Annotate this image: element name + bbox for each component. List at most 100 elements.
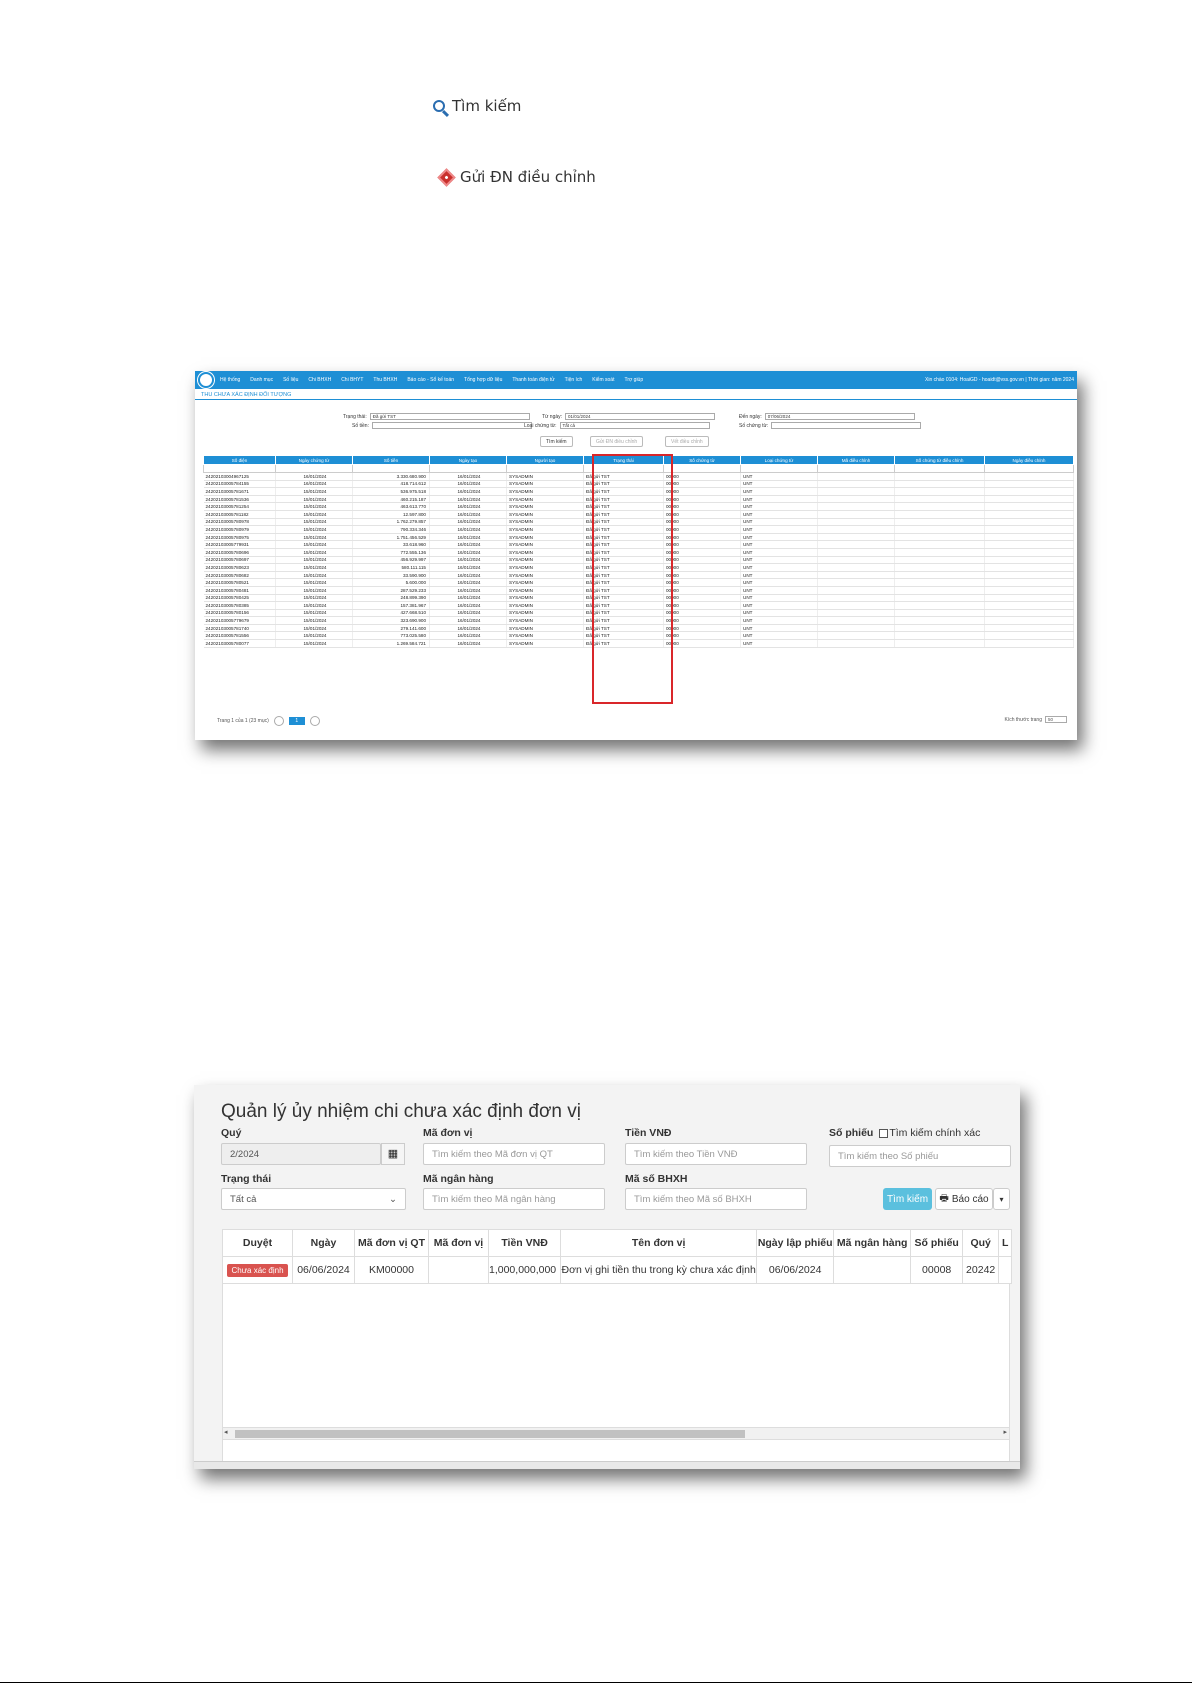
table-cell: 00000 bbox=[663, 616, 741, 625]
table-cell: SYSADMIN bbox=[506, 548, 584, 557]
amount-label: Tiền VNĐ bbox=[625, 1127, 672, 1139]
user-info: Xin chào 0104: HoaiGD - hoaidt@vss.gov.v… bbox=[925, 377, 1074, 383]
table-cell: 24202103005780156 bbox=[203, 609, 276, 618]
filter-input[interactable] bbox=[352, 464, 430, 473]
nav-item[interactable]: Tiện ích bbox=[565, 377, 583, 383]
doc-number-input[interactable] bbox=[771, 422, 922, 429]
column-header[interactable]: Ngày chứng từ bbox=[275, 455, 353, 465]
column-header[interactable]: Ngày tạo bbox=[429, 455, 507, 465]
column-header[interactable]: Ngày lập phiếu bbox=[756, 1229, 835, 1257]
table-cell bbox=[817, 616, 895, 625]
quarter-input[interactable]: 2/2024 bbox=[221, 1143, 381, 1165]
table-cell: 00000 bbox=[663, 502, 741, 511]
prev-page-button[interactable] bbox=[273, 716, 284, 726]
table-cell bbox=[894, 616, 985, 625]
table-cell bbox=[894, 540, 985, 549]
status-label: Trạng thái: bbox=[343, 413, 367, 420]
nav-item[interactable]: Tổng hợp dữ liệu bbox=[464, 377, 502, 383]
status-label: Trạng thái bbox=[221, 1173, 272, 1185]
nav-item[interactable]: Kiểm soát bbox=[592, 377, 614, 383]
adjust-icon bbox=[437, 167, 456, 187]
table-cell bbox=[817, 510, 895, 519]
table-cell: SYSADMIN bbox=[506, 540, 584, 549]
horizontal-scrollbar[interactable]: ◂ ▸ bbox=[222, 1427, 1010, 1440]
doc-type-select[interactable]: Tất cả bbox=[559, 422, 710, 429]
table-cell: SYSADMIN bbox=[506, 518, 584, 527]
nav-item[interactable]: Danh mục bbox=[250, 377, 273, 383]
nav-item[interactable]: Báo cáo - Sổ kế toán bbox=[407, 377, 454, 383]
nav-item[interactable]: Chi BHXH bbox=[308, 377, 331, 383]
exact-search-checkbox[interactable] bbox=[879, 1128, 889, 1138]
scroll-right-icon[interactable]: ▸ bbox=[1003, 1428, 1007, 1436]
filter-input[interactable] bbox=[506, 464, 584, 473]
social-insurance-code-label: Mã số BHXH bbox=[625, 1173, 688, 1185]
table-cell: UNT bbox=[740, 495, 818, 504]
column-header[interactable]: Tiền VNĐ bbox=[487, 1229, 562, 1257]
to-date-input[interactable]: 07/06/2024 bbox=[764, 413, 915, 420]
column-header[interactable]: Số phiếu bbox=[910, 1229, 964, 1257]
nav-item[interactable]: Chi BHYT bbox=[341, 377, 363, 383]
filter-input[interactable] bbox=[429, 464, 507, 473]
column-header[interactable]: Mã điều chỉnh bbox=[817, 455, 895, 465]
column-header[interactable]: Số điện bbox=[203, 455, 276, 465]
filter-input[interactable] bbox=[817, 464, 895, 473]
bank-code-input[interactable]: Tìm kiếm theo Mã ngân hàng bbox=[423, 1188, 605, 1210]
nav-item[interactable]: Thanh toán điện tử bbox=[512, 377, 554, 383]
adjust-history-button[interactable]: Vết điều chỉnh bbox=[665, 436, 709, 447]
report-button[interactable]: 🖶 Báo cáo bbox=[935, 1188, 993, 1210]
current-page[interactable]: 1 bbox=[288, 717, 305, 725]
nav-item[interactable]: Trợ giúp bbox=[624, 377, 643, 383]
column-header[interactable]: Loại chứng từ bbox=[740, 455, 818, 465]
amount-input[interactable]: Tìm kiếm theo Tiền VNĐ bbox=[625, 1143, 807, 1165]
next-page-button[interactable] bbox=[309, 716, 320, 726]
column-header[interactable]: Tên đơn vị bbox=[560, 1229, 758, 1257]
nav-item[interactable]: Hệ thống bbox=[220, 377, 240, 383]
calendar-icon[interactable]: ▦ bbox=[381, 1143, 405, 1165]
filter-input[interactable] bbox=[740, 464, 818, 473]
table-cell: 15/01/2024 bbox=[275, 639, 353, 648]
voucher-number-input[interactable]: Tìm kiếm theo Số phiếu bbox=[829, 1145, 1011, 1167]
table-row[interactable]: Chưa xác định 06/06/2024 KM00000 1,000,0… bbox=[222, 1256, 1013, 1284]
filter-input[interactable] bbox=[275, 464, 353, 473]
column-header[interactable]: Mã đơn vị bbox=[428, 1229, 489, 1257]
column-header[interactable]: Mã đơn vị QT bbox=[354, 1229, 429, 1257]
column-header[interactable]: Ngày bbox=[292, 1229, 355, 1257]
amount-input[interactable] bbox=[371, 422, 532, 429]
report-dropdown-button[interactable]: ▾ bbox=[993, 1188, 1010, 1210]
table-cell: 00000 bbox=[663, 533, 741, 542]
nav-item[interactable]: Thu BHXH bbox=[373, 377, 397, 383]
filter-input[interactable] bbox=[663, 464, 741, 473]
nav-item[interactable]: Số liệu bbox=[283, 377, 298, 383]
page-size-select[interactable]: 50 bbox=[1045, 716, 1067, 723]
unit-code-label: Mã đơn vị bbox=[423, 1127, 473, 1139]
filter-input[interactable] bbox=[203, 464, 276, 473]
search-button[interactable]: Tìm kiếm bbox=[883, 1188, 932, 1210]
from-date-input[interactable]: 01/01/2024 bbox=[565, 413, 716, 420]
column-header[interactable]: Số chứng từ điều chỉnh bbox=[894, 455, 985, 465]
status-select[interactable]: Tất cả ⌄ bbox=[221, 1188, 406, 1210]
column-header[interactable]: Ngày điều chỉnh bbox=[984, 455, 1074, 465]
search-button[interactable]: Tìm kiếm bbox=[540, 436, 573, 447]
table-cell: 15/01/2024 bbox=[275, 502, 353, 511]
unit-code-input[interactable]: Tìm kiếm theo Mã đơn vị QT bbox=[423, 1143, 605, 1165]
column-header[interactable]: Duyệt bbox=[222, 1229, 293, 1257]
status-select[interactable]: Đã gửi TST bbox=[369, 413, 530, 420]
column-header[interactable]: Người tạo bbox=[506, 455, 584, 465]
scrollbar-thumb[interactable] bbox=[235, 1430, 745, 1438]
social-insurance-code-input[interactable]: Tìm kiếm theo Mã số BHXH bbox=[625, 1188, 807, 1210]
column-header[interactable]: Số chứng từ bbox=[663, 455, 741, 465]
send-adjust-button[interactable]: Gửi ĐN điều chỉnh bbox=[590, 436, 644, 447]
table-cell: UNT bbox=[740, 525, 818, 534]
column-header[interactable]: Số tiền bbox=[352, 455, 430, 465]
status-column-highlight bbox=[592, 454, 673, 704]
send-adjust-button-sample[interactable]: Gửi ĐN điều chỉnh bbox=[437, 167, 596, 187]
column-header[interactable]: L bbox=[998, 1229, 1013, 1257]
column-header[interactable]: Quý bbox=[962, 1229, 1000, 1257]
search-button-sample[interactable]: Tìm kiếm bbox=[433, 97, 521, 115]
screenshot-unidentified-receipts: Hệ thống Danh mục Số liệu Chi BHXH Chi BHYT T… bbox=[195, 371, 1077, 740]
filter-input[interactable] bbox=[984, 464, 1074, 473]
scroll-left-icon[interactable]: ◂ bbox=[224, 1428, 228, 1436]
filter-input[interactable] bbox=[894, 464, 985, 473]
column-header[interactable]: Mã ngân hàng bbox=[833, 1229, 912, 1257]
status-badge[interactable]: Chưa xác định bbox=[227, 1264, 288, 1277]
